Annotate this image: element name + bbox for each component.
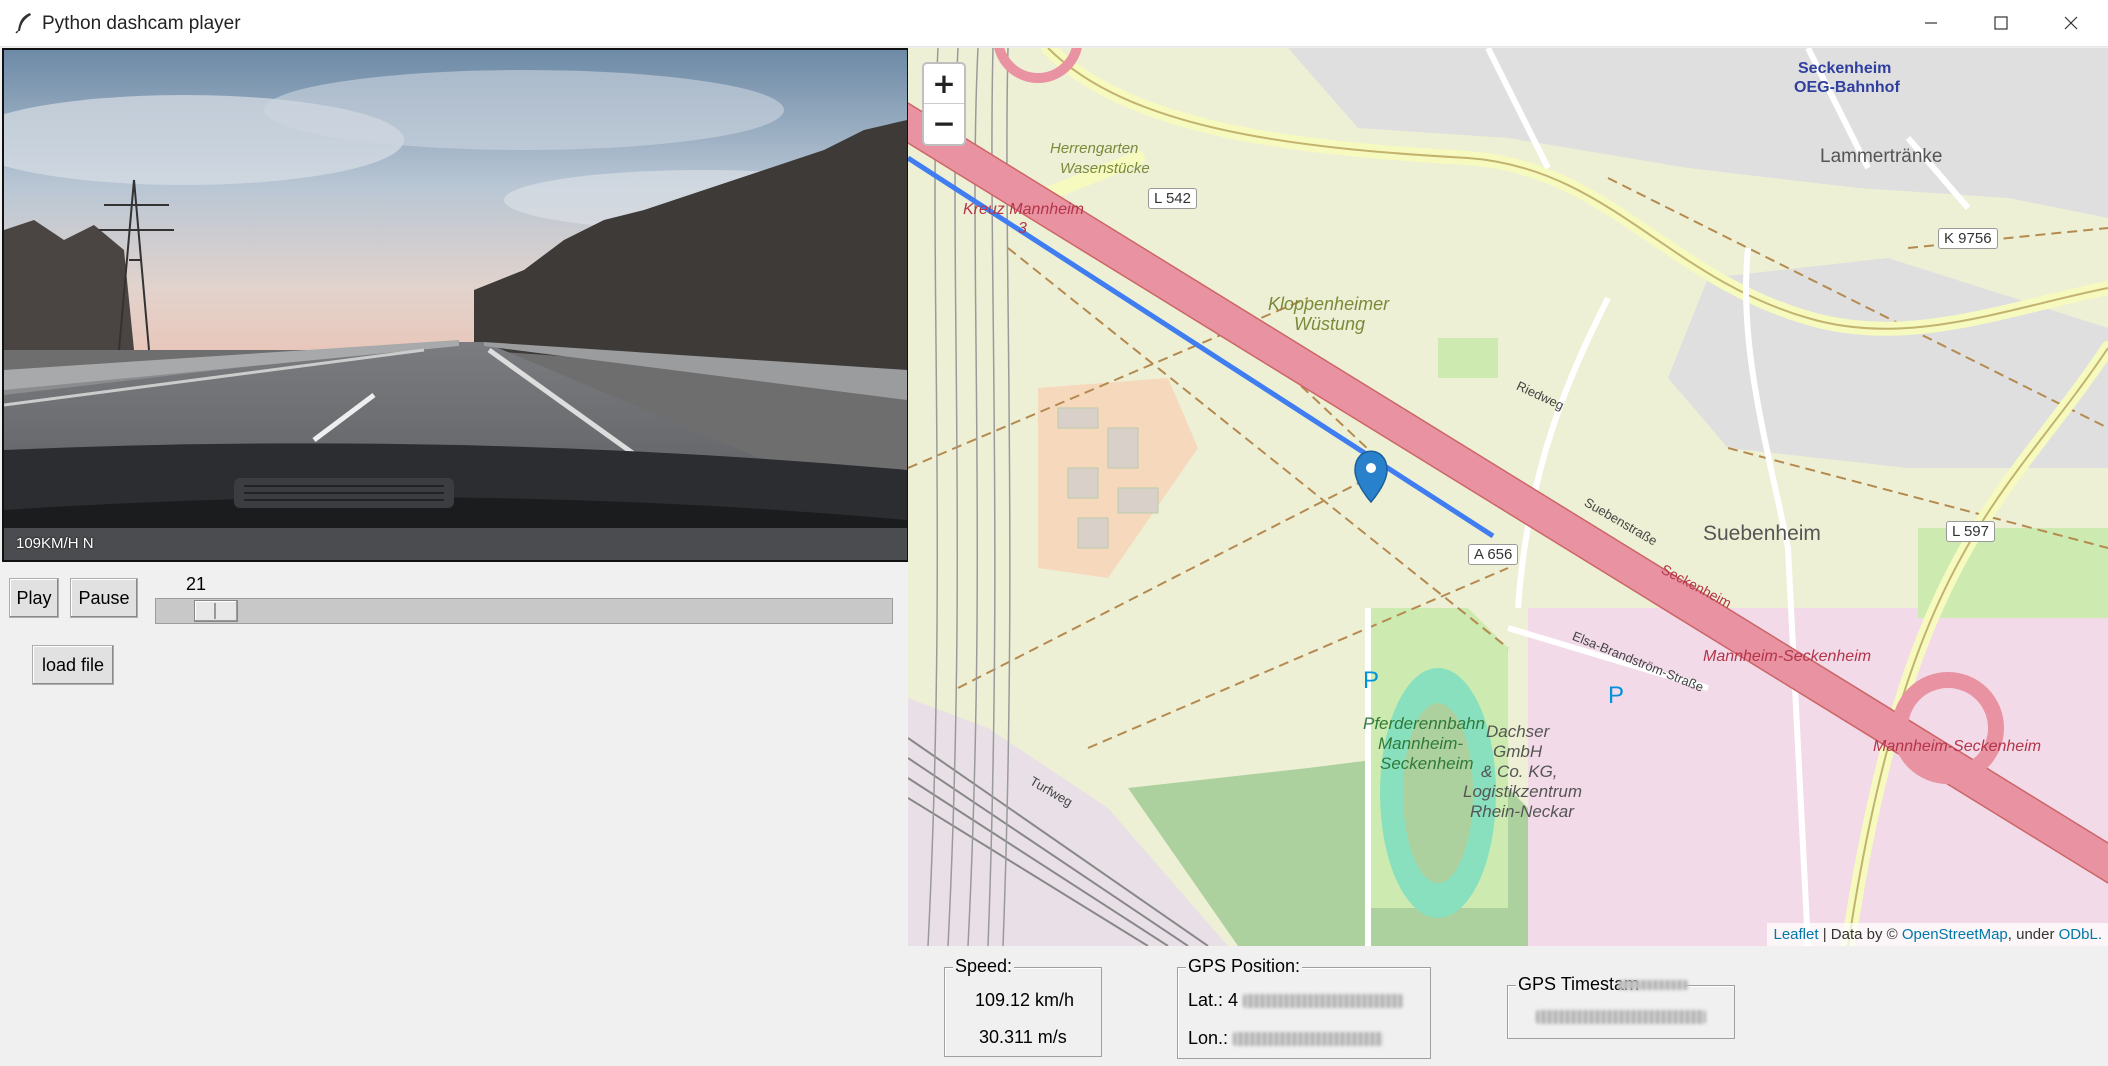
- map-label: Dachser: [1486, 722, 1550, 741]
- title-bar: Python dashcam player: [0, 0, 2108, 47]
- road-shield: K 9756: [1938, 228, 1998, 249]
- map-label: GmbH: [1493, 742, 1543, 761]
- dashcam-image: [4, 50, 907, 560]
- map-label: Kreuz Mannheim: [963, 201, 1084, 218]
- minimize-button[interactable]: [1900, 0, 1962, 46]
- map-label: OEG-Bahnhof: [1794, 79, 1900, 96]
- load-file-button[interactable]: load file: [32, 645, 114, 685]
- map-label: Herrengarten: [1050, 140, 1139, 157]
- attribution-text: | Data by ©: [1818, 926, 1902, 943]
- map-label: Pferderennbahn: [1363, 714, 1485, 733]
- map-label: Wasenstücke: [1060, 160, 1150, 177]
- feather-icon: [15, 13, 31, 34]
- video-frame: 109KM/H N: [2, 48, 909, 562]
- odbl-link[interactable]: ODbL.: [2059, 926, 2102, 943]
- map-label: & Co. KG,: [1481, 762, 1558, 781]
- map-label: Kloppenheimer: [1268, 294, 1390, 314]
- road-shield: L 542: [1148, 188, 1197, 209]
- gps-title: GPS Position:: [1186, 956, 1303, 977]
- map-label: Seckenheim: [1798, 60, 1892, 77]
- map-label: 3: [1018, 220, 1027, 237]
- map-label: Mannheim-Seckenheim: [1703, 648, 1872, 665]
- slider-value: 21: [186, 574, 207, 594]
- map-label: Mannheim-: [1378, 734, 1464, 753]
- timestamp-title-redacted: [1618, 980, 1688, 990]
- seek-slider[interactable]: [155, 598, 893, 624]
- map-label: Wüstung: [1294, 314, 1366, 334]
- close-icon: [2064, 16, 2078, 30]
- map-label: Rhein-Neckar: [1470, 802, 1574, 821]
- slider-thumb[interactable]: [193, 600, 238, 622]
- speed-kmh: 109.12 km/h: [975, 990, 1075, 1010]
- osm-link[interactable]: OpenStreetMap: [1902, 926, 2008, 943]
- map-label: Lammertränke: [1820, 146, 1943, 167]
- lat-value-redacted: [1243, 994, 1404, 1009]
- timestamp-value-redacted: [1536, 1010, 1706, 1024]
- lat-label: Lat.: 4: [1188, 990, 1239, 1010]
- maximize-icon: [1994, 16, 2008, 30]
- svg-text:P: P: [1363, 667, 1379, 694]
- map-label: Suebenheim: [1703, 522, 1821, 545]
- gps-position-frame: GPS Position: Lat.: 4 Lon.:: [1177, 956, 1431, 1059]
- road-shield: L 597: [1946, 521, 1995, 542]
- map-label: Mannheim-Seckenheim: [1873, 738, 2042, 755]
- map-label: Seckenheim: [1380, 754, 1474, 773]
- play-button[interactable]: Play: [9, 578, 59, 618]
- lon-label: Lon.:: [1188, 1028, 1229, 1048]
- close-button[interactable]: [2040, 0, 2102, 46]
- zoom-control: + −: [922, 62, 966, 146]
- map-view[interactable]: P P + − Seckenheim OEG-Bahnhof Lammerträ…: [908, 48, 2108, 946]
- attribution-text: , under: [2007, 926, 2059, 943]
- speed-ms: 30.311 m/s: [979, 1027, 1067, 1047]
- speed-title: Speed:: [953, 956, 1015, 977]
- window-title: Python dashcam player: [42, 13, 241, 34]
- svg-text:P: P: [1608, 682, 1624, 709]
- speed-frame: Speed: 109.12 km/h 30.311 m/s: [944, 956, 1102, 1057]
- zoom-in-button[interactable]: +: [924, 64, 964, 104]
- map-label: Logistikzentrum: [1463, 782, 1583, 801]
- leaflet-link[interactable]: Leaflet: [1773, 926, 1818, 943]
- gps-timestamp-frame: GPS Timestam: [1507, 974, 1735, 1039]
- maximize-button[interactable]: [1970, 0, 2032, 46]
- lon-value-redacted: [1233, 1032, 1384, 1047]
- minimize-icon: [1925, 22, 1937, 24]
- road-shield: A 656: [1468, 544, 1519, 565]
- pause-button[interactable]: Pause: [70, 578, 138, 618]
- zoom-out-button[interactable]: −: [924, 104, 964, 143]
- video-overlay-text: 109KM/H N: [16, 535, 94, 552]
- map-attribution: Leaflet | Data by © OpenStreetMap, under…: [1767, 923, 2108, 946]
